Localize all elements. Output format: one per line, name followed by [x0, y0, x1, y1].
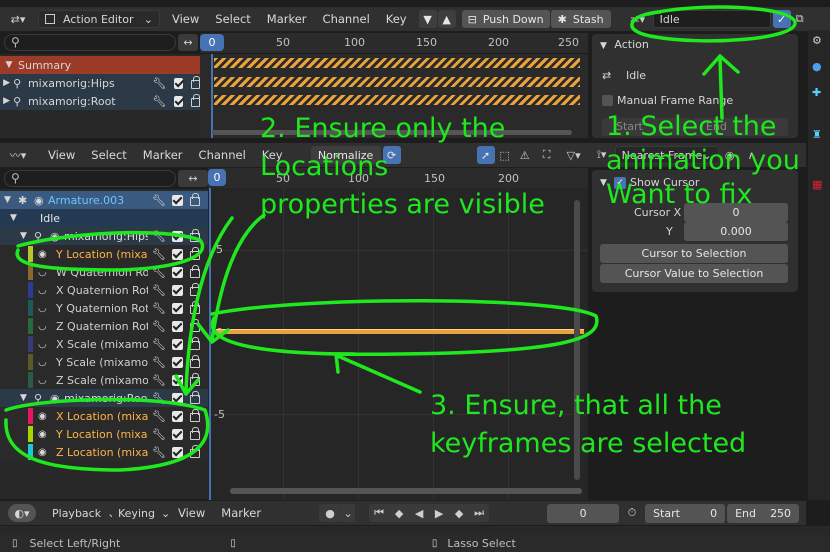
annotation-step3: 3. Ensure, that all the keyframes are se…	[430, 387, 746, 463]
annotation-line: animation you	[606, 145, 800, 176]
annotation-arrow-2a	[196, 213, 266, 344]
annotation-line: 3. Ensure, that all the	[430, 390, 722, 421]
annotation-step1: 1. Select the animation you Want to fix	[606, 110, 800, 212]
annotation-line: 2. Ensure only the	[260, 113, 506, 144]
annotation-circle-root	[4, 397, 210, 472]
annotation-line: 1. Select the	[606, 111, 777, 142]
annotation-circle-hips	[15, 230, 205, 272]
annotation-line: Want to fix	[606, 179, 753, 210]
annotation-line: properties are visible	[260, 189, 545, 220]
annotation-arrow-1	[702, 54, 740, 120]
annotation-arrow-3	[334, 352, 422, 394]
annotation-line: Locations	[260, 151, 389, 182]
annotation-step2: 2. Ensure only the Locations properties …	[260, 110, 545, 224]
annotation-overlay	[4, 5, 797, 472]
annotation-circle-curves	[210, 299, 599, 357]
annotation-circle-action	[630, 5, 797, 43]
annotation-line: keyframes are selected	[430, 428, 747, 459]
